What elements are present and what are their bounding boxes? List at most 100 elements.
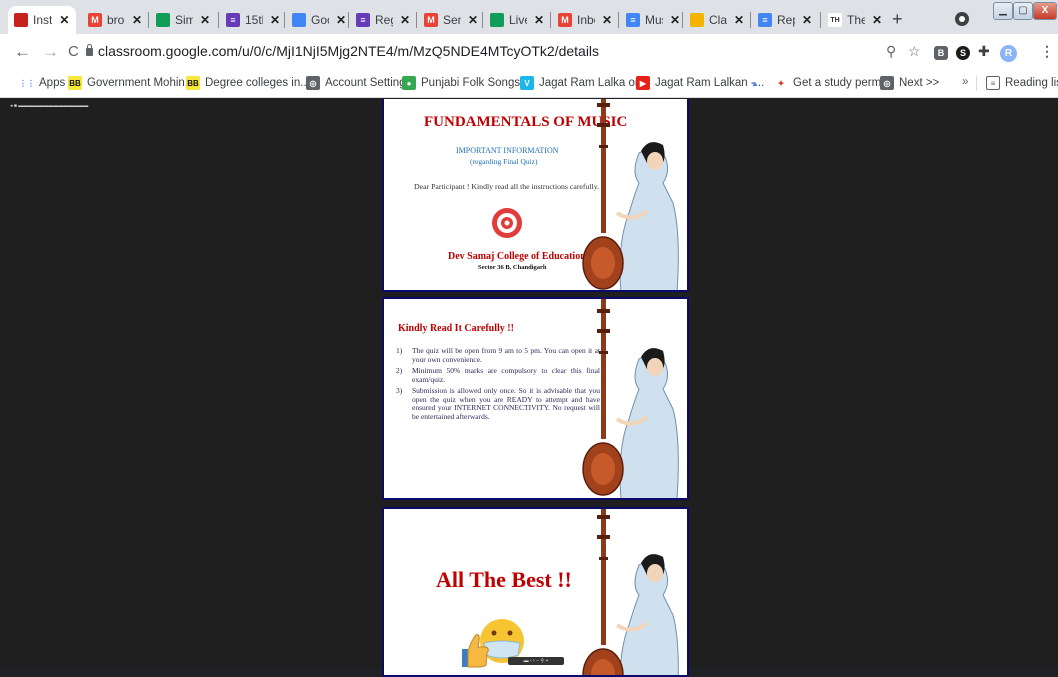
reading-list-icon: ≡	[986, 76, 1000, 90]
close-tab-icon[interactable]: ✕	[802, 13, 812, 27]
close-tab-icon[interactable]: ✕	[872, 13, 882, 27]
browser-tab[interactable]: ≡ Rep ✕	[752, 6, 818, 34]
bookmark-label: Next >>	[899, 77, 940, 89]
rule-number: 2)	[396, 366, 403, 375]
browser-tab[interactable]: ≡ Mus ✕	[620, 6, 686, 34]
forward-arrow-icon[interactable]: →	[42, 42, 59, 62]
bookmark-item[interactable]: BB Government Mohin...	[68, 76, 194, 90]
extension-s-icon[interactable]: S	[956, 46, 970, 60]
reading-list-button[interactable]: ≡ Reading list	[986, 76, 1058, 90]
tab-title: Inst	[33, 13, 53, 27]
bookmark-item[interactable]: ▶ Jagat Ram Lalkan -...	[636, 76, 764, 90]
tab-title: Inbo	[577, 13, 595, 27]
bookmark-item[interactable]: ◎ Next >>	[880, 76, 939, 90]
extensions-puzzle-icon[interactable]: ✚	[978, 43, 990, 60]
close-tab-icon[interactable]: ✕	[200, 13, 210, 27]
bookmark-item[interactable]: BB Degree colleges in...	[186, 76, 310, 90]
tab-title: Live	[509, 13, 527, 27]
close-window-button[interactable]: X	[1033, 2, 1057, 20]
close-tab-icon[interactable]: ✕	[400, 13, 410, 27]
docs-icon: ≡	[626, 13, 640, 27]
info-subheading: (regarding Final Quiz)	[470, 157, 538, 166]
bookmark-item[interactable]: ⋮⋮ Apps	[19, 76, 65, 90]
new-tab-button[interactable]: +	[892, 9, 903, 30]
slide-heading: All The Best !!	[436, 567, 572, 592]
tab-title: Sent	[443, 13, 461, 27]
bookmark-item[interactable]: ● Punjabi Folk Songs...	[402, 76, 530, 90]
close-tab-icon[interactable]: ✕	[468, 13, 478, 27]
more-bookmarks-icon[interactable]: »	[962, 76, 968, 88]
drive-icon	[490, 13, 504, 27]
bookmarks-bar: ⋮⋮ Apps BB Government Mohin... BB Degree coll…	[0, 70, 1058, 98]
greeting-text: Dear Participant ! Kindly read all the i…	[414, 182, 600, 191]
close-tab-icon[interactable]: ✕	[602, 13, 612, 27]
classroom-icon	[14, 13, 28, 27]
tab-title: 15th	[245, 13, 263, 27]
rule-item: 2) Minimum 50% marks are compulsory to cl…	[396, 366, 600, 384]
close-tab-icon[interactable]: ✕	[670, 13, 680, 27]
tab-title: Sim	[175, 13, 193, 27]
apps-grid-icon: ⋮⋮	[19, 78, 35, 88]
rule-item: 3) Submission is allowed only once. So it…	[396, 386, 600, 421]
minimize-button[interactable]: ▁	[993, 2, 1013, 20]
bookmark-label: Account Settings	[325, 77, 412, 89]
bookmark-label: Punjabi Folk Songs...	[421, 77, 530, 89]
browser-tab[interactable]: Mbroc ✕	[82, 6, 148, 34]
maple-leaf-icon: ✦	[777, 78, 785, 88]
bookmark-item[interactable]: V Jagat Ram Lalka on...	[520, 76, 651, 90]
college-name: Dev Samaj College of Education,	[448, 251, 589, 262]
browser-tab[interactable]: Clas ✕	[684, 6, 750, 34]
bookmark-item[interactable]: ◎ Account Settings	[306, 76, 411, 90]
rule-number: 3)	[396, 386, 403, 395]
chrome-icon	[292, 13, 306, 27]
extension-b-icon[interactable]: B	[934, 46, 948, 60]
chrome-account-icon[interactable]	[955, 12, 969, 26]
browser-tab[interactable]: Goo ✕	[286, 6, 352, 34]
bookmark-label: Degree colleges in...	[205, 77, 310, 89]
close-tab-icon[interactable]: ✕	[534, 13, 544, 27]
close-tab-icon[interactable]: ✕	[132, 13, 142, 27]
pdf-viewer: ◂ ■ ▬▬▬▬▬▬▬▬▬▬▬▬▬▬ FUNDAMENTALS OF MUSIC…	[0, 99, 1058, 677]
bb-icon: BB	[186, 76, 200, 90]
rule-number: 1)	[396, 346, 403, 355]
maximize-button[interactable]: ▢	[1013, 2, 1033, 20]
bookmark-star-icon[interactable]: ☆	[908, 43, 921, 60]
close-tab-icon[interactable]: ✕	[270, 13, 280, 27]
tab-title: Rep	[777, 13, 795, 27]
back-arrow-icon[interactable]: ←	[14, 42, 31, 62]
lock-icon	[86, 44, 93, 56]
browser-tab[interactable]: Sim ✕	[150, 6, 216, 34]
browser-tab[interactable]: M Inbo ✕	[552, 6, 618, 34]
browser-tab[interactable]: M Sent ✕	[418, 6, 484, 34]
reload-icon[interactable]: C	[68, 43, 79, 60]
browser-tab[interactable]: Live ✕	[484, 6, 550, 34]
profile-avatar[interactable]: R	[1000, 45, 1017, 62]
menu-kebab-icon[interactable]: ⋮	[1040, 43, 1054, 60]
globe-icon: ◎	[306, 76, 320, 90]
tab-title: The	[847, 13, 865, 27]
bookmark-item[interactable]: ▲	[748, 76, 762, 90]
triangle-icon: ▲	[751, 78, 759, 88]
globe-icon: ◎	[880, 76, 894, 90]
pdf-page-controls[interactable]: ▬ ‹ › − ⚲ +	[508, 657, 564, 665]
college-seal-icon	[492, 208, 522, 238]
slide-heading: Kindly Read It Carefully !!	[398, 323, 514, 334]
classroom-icon	[690, 13, 704, 27]
close-tab-icon[interactable]: ✕	[734, 13, 744, 27]
tab-title: Goo	[311, 13, 329, 27]
forms-icon: ≡	[226, 13, 240, 27]
address-bar[interactable]: classroom.google.com/u/0/c/MjI1NjI5Mjg2N…	[98, 43, 599, 59]
bookmark-item[interactable]: ✦ Get a study permit	[774, 76, 887, 90]
pdf-page-1: FUNDAMENTALS OF MUSIC IMPORTANT INFORMAT…	[382, 99, 689, 292]
close-tab-icon[interactable]: ✕	[336, 13, 346, 27]
browser-tab[interactable]: ≡ Reg ✕	[350, 6, 416, 34]
browser-tab[interactable]: TH The ✕	[822, 6, 888, 34]
close-tab-icon[interactable]: ✕	[59, 13, 69, 27]
docs-icon: ≡	[758, 13, 772, 27]
browser-tab[interactable]: Inst ✕	[8, 6, 76, 34]
browser-tab[interactable]: ≡ 15th ✕	[220, 6, 286, 34]
bookmark-label: Jagat Ram Lalka on...	[539, 77, 651, 89]
zoom-icon[interactable]: ⚲	[886, 43, 896, 60]
rule-item: 1) The quiz will be open from 9 am to 5 p…	[396, 346, 600, 364]
th-icon: TH	[828, 13, 842, 27]
